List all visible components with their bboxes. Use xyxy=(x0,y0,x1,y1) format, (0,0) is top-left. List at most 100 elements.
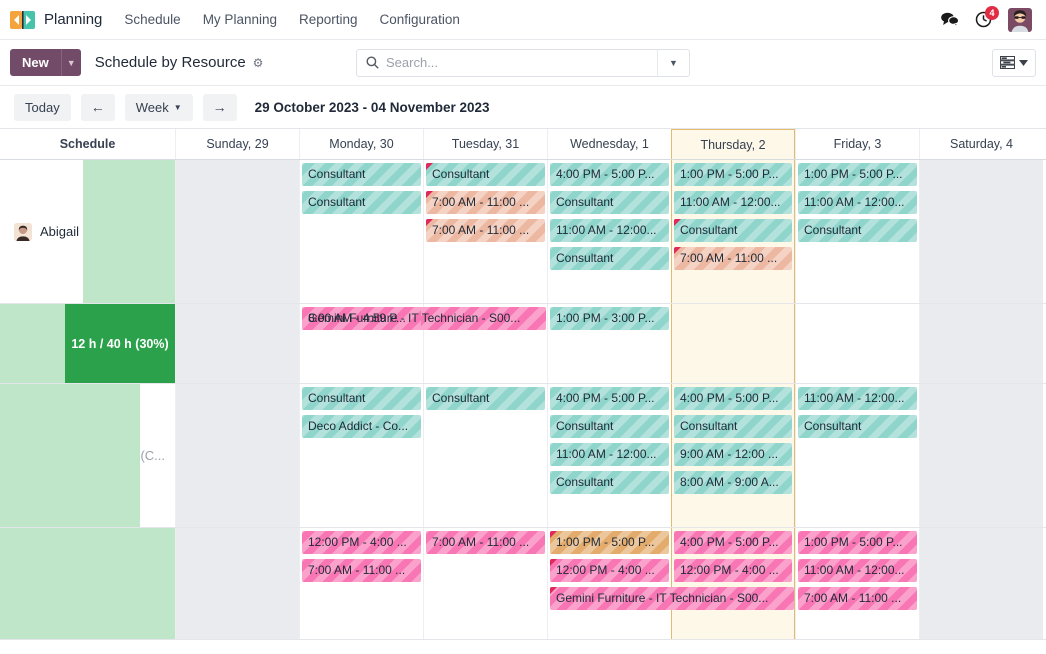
gantt-cell-monday[interactable]: Consultant Deco Addict - Co... xyxy=(299,384,423,527)
gantt-event-pill[interactable]: 12:00 PM - 4:00 ... xyxy=(550,559,669,582)
gantt-event-pill[interactable]: Consultant xyxy=(798,415,917,438)
gantt-cell-sunday[interactable] xyxy=(175,528,299,639)
gantt-event-pill[interactable]: 12:00 PM - 4:00 ... xyxy=(674,559,792,582)
gantt-event-pill[interactable]: Consultant xyxy=(426,163,545,186)
header-monday[interactable]: Monday, 30 xyxy=(299,129,423,159)
gantt-event-pill[interactable]: 7:00 AM - 11:00 ... xyxy=(426,531,545,554)
gantt-cell-saturday[interactable] xyxy=(919,528,1043,639)
gantt-event-pill[interactable]: Consultant xyxy=(550,471,669,494)
gantt-event-pill[interactable]: 4:00 PM - 5:00 P... xyxy=(550,387,669,410)
new-button[interactable]: New xyxy=(10,49,61,76)
resource-cell[interactable]: Anit12 h / 40 h (30%) xyxy=(0,304,175,383)
gantt-event-pill[interactable]: Consultant xyxy=(550,415,669,438)
header-thursday-today[interactable]: Thursday, 2 xyxy=(671,129,795,159)
gantt-event-pill[interactable]: 11:00 AM - 12:00... xyxy=(674,191,792,214)
view-switcher-button[interactable] xyxy=(992,49,1036,77)
today-button[interactable]: Today xyxy=(14,94,71,121)
gantt-cell-friday[interactable]: 1:00 PM - 5:00 P... 11:00 AM - 12:00... Co… xyxy=(795,160,919,303)
menu-item-schedule[interactable]: Schedule xyxy=(124,12,180,27)
search-dropdown-caret-icon[interactable]: ▼ xyxy=(657,50,689,76)
gantt-event-pill[interactable]: 12:00 PM - 4:00 ... xyxy=(302,531,421,554)
header-sunday[interactable]: Sunday, 29 xyxy=(175,129,299,159)
gantt-event-pill[interactable]: 7:00 AM - 11:00 ... xyxy=(426,191,545,214)
event-label: 1:00 PM - 5:00 P... xyxy=(804,535,903,549)
gantt-cell-tuesday[interactable]: Consultant xyxy=(423,384,547,527)
gantt-cell-monday[interactable]: 12:00 PM - 4:00 ... 7:00 AM - 11:00 ... xyxy=(299,528,423,639)
gantt-event-pill[interactable]: Consultant xyxy=(426,387,545,410)
header-wednesday[interactable]: Wednesday, 1 xyxy=(547,129,671,159)
gantt-cell-thursday[interactable]: 4:00 PM - 5:00 P... 12:00 PM - 4:00 ... xyxy=(671,528,795,639)
gantt-event-pill[interactable]: Deco Addict - Co... xyxy=(302,415,421,438)
gantt-event-pill[interactable]: 7:00 AM - 11:00 ... xyxy=(798,587,917,610)
gantt-event-pill[interactable]: 4:00 PM - 5:00 P... xyxy=(550,163,669,186)
activities-clock-icon[interactable]: 4 xyxy=(975,11,992,28)
menu-item-configuration[interactable]: Configuration xyxy=(380,12,460,27)
gantt-cell-friday[interactable] xyxy=(795,304,919,383)
gantt-event-pill[interactable]: Consultant xyxy=(302,191,421,214)
gantt-event-pill[interactable]: 9:00 AM - 12:00 ... xyxy=(674,443,792,466)
new-dropdown-caret-icon[interactable]: ▼ xyxy=(61,49,81,76)
gantt-event-pill[interactable]: 7:00 AM - 11:00 ... xyxy=(674,247,792,270)
header-saturday[interactable]: Saturday, 4 xyxy=(919,129,1043,159)
gantt-event-pill[interactable]: 8:00 AM - 9:00 A... xyxy=(674,471,792,494)
resource-cell[interactable]: Audrey Peterson (C... xyxy=(0,384,175,527)
gantt-cell-saturday[interactable] xyxy=(919,304,1043,383)
gantt-cell-tuesday[interactable]: Consultant 7:00 AM - 11:00 ... 7:00 AM - 1… xyxy=(423,160,547,303)
resource-cell[interactable]: Beth Evans (Experie... xyxy=(0,528,175,639)
gantt-event-pill[interactable]: Consultant xyxy=(550,191,669,214)
gantt-event-pill[interactable]: 11:00 AM - 12:00... xyxy=(550,219,669,242)
header-tuesday[interactable]: Tuesday, 31 xyxy=(423,129,547,159)
gantt-event-pill[interactable]: 1:00 PM - 3:00 P... xyxy=(550,307,669,330)
gear-icon[interactable]: ⚙ xyxy=(253,56,264,70)
gantt-cell-wednesday[interactable]: 1:00 PM - 3:00 P... xyxy=(547,304,671,383)
user-avatar[interactable] xyxy=(1008,8,1032,32)
gantt-event-pill[interactable]: 8:00 AM - 4:59 P... xyxy=(302,307,421,330)
search-input[interactable] xyxy=(386,55,657,70)
gantt-event-pill[interactable]: 11:00 AM - 12:00... xyxy=(550,443,669,466)
gantt-cell-monday[interactable]: Consultant Consultant xyxy=(299,160,423,303)
gantt-cell-thursday[interactable]: 1:00 PM - 5:00 P... 11:00 AM - 12:00... Co… xyxy=(671,160,795,303)
gantt-cell-wednesday[interactable]: 4:00 PM - 5:00 P... Consultant 11:00 AM - … xyxy=(547,384,671,527)
gantt-event-pill[interactable]: Consultant xyxy=(302,163,421,186)
resource-cell[interactable]: Abigail Peterson (C... xyxy=(0,160,175,303)
gantt-cell-sunday[interactable] xyxy=(175,304,299,383)
gantt-event-pill[interactable]: 11:00 AM - 12:00... xyxy=(798,559,917,582)
gantt-cell-saturday[interactable] xyxy=(919,384,1043,527)
gantt-event-pill[interactable]: Consultant xyxy=(302,387,421,410)
gantt-cell-wednesday[interactable]: 4:00 PM - 5:00 P... Consultant 11:00 AM - … xyxy=(547,160,671,303)
gantt-event-pill[interactable]: 7:00 AM - 11:00 ... xyxy=(426,219,545,242)
odoo-planning-logo-icon[interactable] xyxy=(10,10,38,30)
brand-name[interactable]: Planning xyxy=(44,11,102,28)
gantt-cell-wednesday[interactable]: 1:00 PM - 5:00 P...12:00 PM - 4:00 ...Ge… xyxy=(547,528,671,639)
gantt-event-pill[interactable]: 1:00 PM - 5:00 P... xyxy=(674,163,792,186)
gantt-event-pill[interactable]: 11:00 AM - 12:00... xyxy=(798,387,917,410)
menu-item-my-planning[interactable]: My Planning xyxy=(203,12,277,27)
gantt-event-pill[interactable]: Consultant xyxy=(674,219,792,242)
gantt-event-pill[interactable]: 4:00 PM - 5:00 P... xyxy=(674,531,792,554)
gantt-event-pill[interactable]: 1:00 PM - 5:00 P... xyxy=(798,163,917,186)
gantt-event-pill[interactable]: 1:00 PM - 5:00 P... xyxy=(798,531,917,554)
gantt-cell-thursday[interactable]: 4:00 PM - 5:00 P... Consultant 9:00 AM - 1… xyxy=(671,384,795,527)
gantt-event-pill[interactable]: Consultant xyxy=(550,247,669,270)
next-period-button[interactable]: → xyxy=(203,94,237,121)
previous-period-button[interactable]: ← xyxy=(81,94,115,121)
gantt-cell-saturday[interactable] xyxy=(919,160,1043,303)
scale-dropdown-button[interactable]: Week ▼ xyxy=(125,94,193,121)
gantt-event-pill[interactable]: 1:00 PM - 5:00 P... xyxy=(550,531,669,554)
gantt-event-pill[interactable]: 7:00 AM - 11:00 ... xyxy=(302,559,421,582)
gantt-cell-friday[interactable]: 1:00 PM - 5:00 P... 11:00 AM - 12:00... 7:… xyxy=(795,528,919,639)
gantt-event-pill[interactable]: 11:00 AM - 12:00... xyxy=(798,191,917,214)
gantt-cell-thursday[interactable] xyxy=(671,304,795,383)
chat-bubble-icon[interactable] xyxy=(941,12,959,27)
gantt-event-pill[interactable]: Consultant xyxy=(798,219,917,242)
gantt-cell-monday[interactable]: Gemini Furniture - IT Technician - S00..… xyxy=(299,304,423,383)
gantt-event-pill[interactable]: Gemini Furniture - IT Technician - S00..… xyxy=(550,587,794,610)
gantt-cell-tuesday[interactable]: 7:00 AM - 11:00 ... xyxy=(423,528,547,639)
header-friday[interactable]: Friday, 3 xyxy=(795,129,919,159)
gantt-event-pill[interactable]: 4:00 PM - 5:00 P... xyxy=(674,387,792,410)
gantt-cell-sunday[interactable] xyxy=(175,160,299,303)
gantt-cell-friday[interactable]: 11:00 AM - 12:00... Consultant xyxy=(795,384,919,527)
gantt-event-pill[interactable]: Consultant xyxy=(674,415,792,438)
gantt-cell-sunday[interactable] xyxy=(175,384,299,527)
menu-item-reporting[interactable]: Reporting xyxy=(299,12,358,27)
